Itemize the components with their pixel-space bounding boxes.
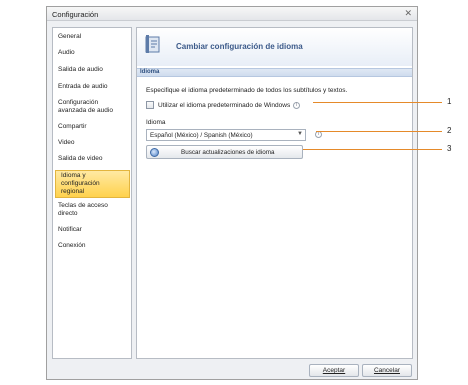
use-windows-language-checkbox[interactable]: [146, 101, 154, 109]
section-label: Idioma: [140, 69, 160, 75]
info-icon[interactable]: i: [315, 131, 322, 138]
sidebar-item-video[interactable]: Video: [53, 138, 131, 148]
callout-line-2: [316, 131, 442, 132]
sidebar-item-audio-input[interactable]: Entrada de audio: [53, 82, 131, 92]
use-windows-language-label: Utilizar el idioma predeterminado de Win…: [158, 101, 291, 109]
check-language-updates-button[interactable]: Buscar actualizaciones de idioma: [146, 145, 303, 159]
sidebar-item-video-output[interactable]: Salida de video: [53, 154, 131, 164]
callout-number-3: 3: [447, 144, 452, 153]
language-field-label: Idioma: [146, 119, 166, 126]
cancel-button[interactable]: Cancelar: [362, 364, 412, 377]
settings-window: Configuración ✕ General Audio Salida de …: [46, 6, 418, 380]
sidebar-item-general[interactable]: General: [53, 32, 131, 42]
callout-line-1: [313, 102, 442, 103]
sidebar-item-audio[interactable]: Audio: [53, 48, 131, 58]
callout-number-2: 2: [447, 126, 452, 135]
sidebar-item-advanced-audio[interactable]: Configuración avanzada de audio: [53, 98, 131, 116]
panel-header: Cambiar configuración de idioma: [137, 28, 412, 66]
title-bar: Configuración ✕: [47, 7, 417, 21]
info-icon[interactable]: i: [293, 101, 301, 109]
language-select-value: Español (México) / Spanish (México): [150, 132, 253, 139]
language-settings-icon: [145, 35, 160, 53]
callout-line-3: [303, 149, 442, 150]
accept-button[interactable]: Aceptar: [309, 364, 359, 377]
sidebar-item-notify[interactable]: Notificar: [53, 225, 131, 235]
language-select[interactable]: Español (México) / Spanish (México) ▼: [146, 129, 306, 141]
callout-number-1: 1: [447, 97, 452, 106]
close-icon[interactable]: ✕: [404, 8, 412, 19]
dropdown-arrow-icon[interactable]: ▼: [297, 131, 303, 137]
settings-panel: Cambiar configuración de idioma Idioma E…: [136, 27, 413, 359]
panel-title: Cambiar configuración de idioma: [176, 42, 303, 51]
description-text: Especifique el idioma predeterminado de …: [146, 87, 348, 94]
check-language-updates-label: Buscar actualizaciones de idioma: [181, 149, 275, 156]
sidebar-item-shortcut-keys[interactable]: Teclas de acceso directo: [53, 201, 131, 219]
use-windows-language-option[interactable]: Utilizar el idioma predeterminado de Win…: [146, 100, 301, 110]
sidebar-item-share[interactable]: Compartir: [53, 122, 131, 132]
sidebar-item-connection[interactable]: Conexión: [53, 241, 131, 251]
sidebar-item-audio-output[interactable]: Salida de audio: [53, 65, 131, 75]
settings-sidebar: General Audio Salida de audio Entrada de…: [52, 27, 132, 359]
window-title: Configuración: [52, 10, 99, 19]
sidebar-item-language-region[interactable]: Idioma y configuración regional: [55, 170, 130, 198]
update-globe-icon: [150, 148, 159, 157]
section-header: Idioma: [137, 68, 412, 77]
